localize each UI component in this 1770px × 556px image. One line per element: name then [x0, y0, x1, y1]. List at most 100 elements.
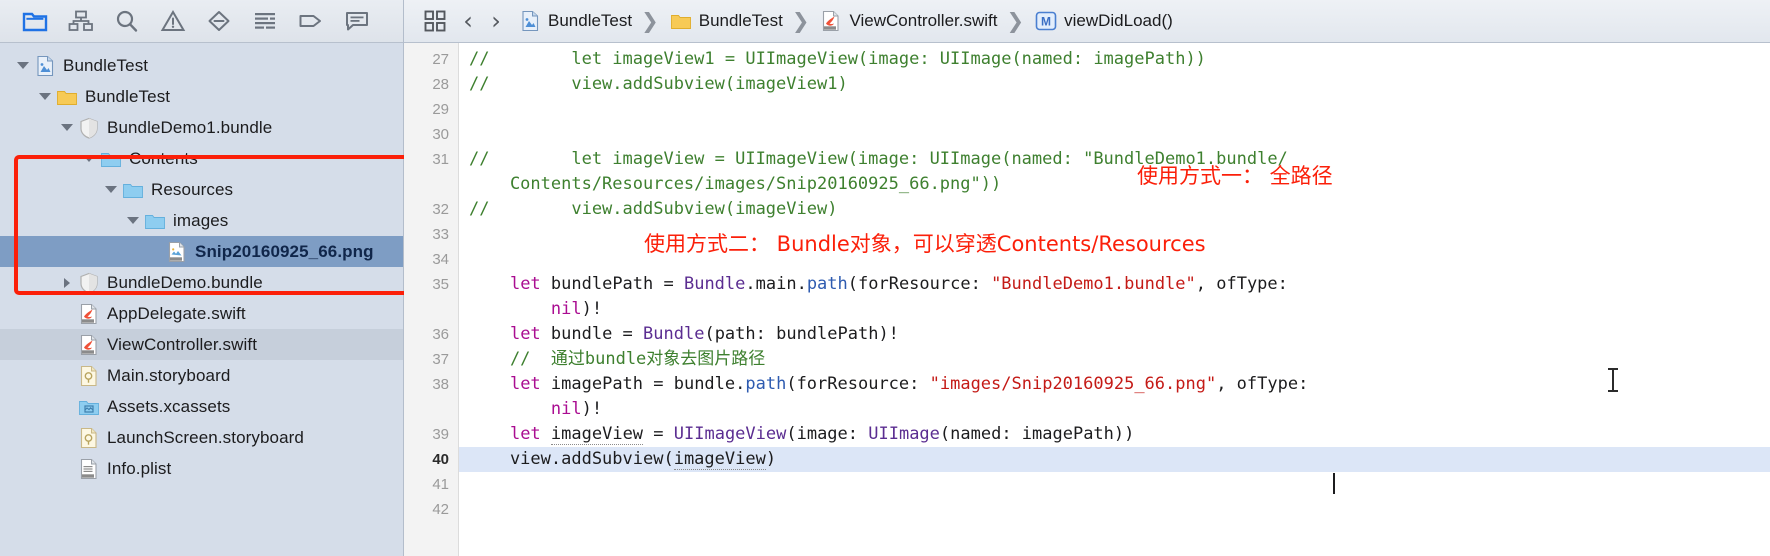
- line-number: [404, 397, 458, 422]
- source-control-navigator-tab[interactable]: [58, 0, 104, 43]
- code-line[interactable]: // let imageView = UIImageView(image: UI…: [459, 147, 1770, 172]
- code-line[interactable]: [459, 122, 1770, 147]
- project-file-tree[interactable]: BundleTest BundleTest BundleDemo1.bundle Co…: [0, 43, 403, 556]
- tree-item-bundletest[interactable]: BundleTest: [0, 81, 403, 112]
- tree-item-resources[interactable]: Resources: [0, 174, 403, 205]
- tree-item-bundledemo1-bundle[interactable]: BundleDemo1.bundle: [0, 112, 403, 143]
- code-line[interactable]: Contents/Resources/images/Snip20160925_6…: [459, 172, 1770, 197]
- tree-item-label: ViewController.swift: [107, 334, 258, 354]
- method-m-icon: M: [1035, 11, 1057, 31]
- line-number: 41: [432, 476, 449, 493]
- line-number: 42: [432, 501, 449, 518]
- debug-navigator-tab[interactable]: [242, 0, 288, 43]
- project-navigator-tab[interactable]: [12, 0, 58, 43]
- bundle-icon: [80, 117, 98, 139]
- tree-item-images[interactable]: images: [0, 205, 403, 236]
- grid-squares-icon: [424, 10, 446, 32]
- tree-item-viewcontroller-swift[interactable]: ViewController.swift: [0, 329, 403, 360]
- code-token: nil: [550, 399, 582, 419]
- storyboard-file-icon: [78, 427, 100, 449]
- disclosure-triangle-icon[interactable]: [58, 119, 75, 136]
- code-line[interactable]: [459, 497, 1770, 522]
- warning-triangle-icon: [160, 10, 186, 31]
- tree-item-assets-xcassets[interactable]: Assets.xcassets: [0, 391, 403, 422]
- code-line[interactable]: [459, 222, 1770, 247]
- jump-bar: ‹ › BundleTest ❯ BundleTest ❯ ViewController…: [404, 0, 1770, 43]
- disclosure-triangle-icon[interactable]: [124, 212, 141, 229]
- xcassets-icon: [78, 396, 100, 418]
- code-token: (forResource:: [847, 274, 992, 294]
- breadcrumb-item-viewcontroller-swift[interactable]: ViewController.swift: [811, 10, 998, 32]
- tree-item-bundledemo-bundle[interactable]: BundleDemo.bundle: [0, 267, 403, 298]
- code-line[interactable]: // view.addSubview(imageView1): [459, 72, 1770, 97]
- tree-item-label: AppDelegate.swift: [107, 303, 246, 323]
- code-token: // view.addSubview(imageView1): [469, 74, 848, 94]
- code-line[interactable]: nil)!: [459, 397, 1770, 422]
- breadcrumb-separator: ❯: [1006, 9, 1025, 33]
- code-token: // let imageView = UIImageView(image: UI…: [469, 149, 1288, 169]
- code-area: 27 28 29 30 31 32 33 34 35 36 37 38 39 40 41 42 // let …: [404, 43, 1770, 556]
- line-number: 37: [432, 351, 449, 368]
- tree-item-launchscreen-storyboard[interactable]: LaunchScreen.storyboard: [0, 422, 403, 453]
- breadcrumb-item-bundletest[interactable]: BundleTest: [661, 10, 783, 32]
- code-line[interactable]: // view.addSubview(imageView): [459, 197, 1770, 222]
- tree-item-label: BundleTest: [63, 55, 149, 75]
- find-navigator-tab[interactable]: [104, 0, 150, 43]
- navigate-forward-button[interactable]: ›: [482, 9, 510, 33]
- tree-item-main-storyboard[interactable]: Main.storyboard: [0, 360, 403, 391]
- xcode-project-icon: [37, 55, 54, 76]
- breakpoint-navigator-tab[interactable]: [288, 0, 334, 43]
- tree-item-bundletest[interactable]: BundleTest: [0, 50, 403, 81]
- folder-yellow-icon: [670, 15, 691, 29]
- code-line[interactable]: nil)!: [459, 297, 1770, 322]
- navigate-back-button[interactable]: ‹: [454, 9, 482, 33]
- breadcrumb-item-viewdidload[interactable]: MviewDidLoad(): [1026, 10, 1173, 32]
- tree-item-label: BundleTest: [85, 86, 171, 106]
- code-token: // 通过bundle对象去图片路径: [469, 349, 766, 369]
- code-line[interactable]: let imagePath = bundle.path(forResource:…: [459, 372, 1770, 397]
- breadcrumb-item-bundletest[interactable]: BundleTest: [510, 10, 632, 32]
- tree-item-appdelegate-swift[interactable]: AppDelegate.swift: [0, 298, 403, 329]
- bundle-icon: [78, 117, 100, 139]
- code-token: let: [509, 424, 541, 444]
- disclosure-triangle-icon[interactable]: [58, 274, 75, 291]
- tree-item-info-plist[interactable]: Info.plist: [0, 453, 403, 484]
- code-line[interactable]: view.addSubview(imageView): [459, 447, 1770, 472]
- storyboard-file-icon: [78, 365, 100, 387]
- tree-item-snip20160925-66-png[interactable]: Snip20160925_66.png: [0, 236, 403, 267]
- code-text[interactable]: // let imageView1 = UIImageView(image: U…: [459, 43, 1770, 556]
- disclosure-triangle-icon[interactable]: [102, 181, 119, 198]
- xcode-project-icon: [519, 10, 541, 32]
- issue-navigator-tab[interactable]: [150, 0, 196, 43]
- search-icon: [116, 10, 138, 32]
- code-line[interactable]: [459, 97, 1770, 122]
- code-line[interactable]: // 通过bundle对象去图片路径: [459, 347, 1770, 372]
- code-line[interactable]: let bundle = Bundle(path: bundlePath)!: [459, 322, 1770, 347]
- navigator-tab-bar: [0, 0, 403, 43]
- test-navigator-tab[interactable]: [196, 0, 242, 43]
- swift-file-icon: [820, 10, 842, 32]
- storyboard-file-icon: [80, 427, 97, 448]
- tree-item-contents[interactable]: Contents: [0, 143, 403, 174]
- mouse-cursor-ibeam: [1608, 368, 1618, 392]
- editor-options-button[interactable]: [416, 9, 454, 33]
- code-line[interactable]: let bundlePath = Bundle.main.path(forRes…: [459, 272, 1770, 297]
- disclosure-triangle-icon[interactable]: [14, 57, 31, 74]
- code-line[interactable]: let imageView = UIImageView(image: UIIma…: [459, 422, 1770, 447]
- line-number: 27: [432, 51, 449, 68]
- breadcrumb: BundleTest ❯ BundleTest ❯ ViewController.swi…: [510, 9, 1173, 33]
- code-line[interactable]: [459, 472, 1770, 497]
- code-line[interactable]: [459, 247, 1770, 272]
- line-number: 32: [432, 201, 449, 218]
- tree-item-label: Resources: [151, 179, 234, 199]
- code-line[interactable]: // let imageView1 = UIImageView(image: U…: [459, 47, 1770, 72]
- report-navigator-tab[interactable]: [334, 0, 380, 43]
- list-lines-icon: [255, 13, 275, 29]
- folder-blue-icon: [145, 214, 165, 229]
- disclosure-triangle-icon[interactable]: [36, 88, 53, 105]
- disclosure-triangle-icon[interactable]: [80, 150, 97, 167]
